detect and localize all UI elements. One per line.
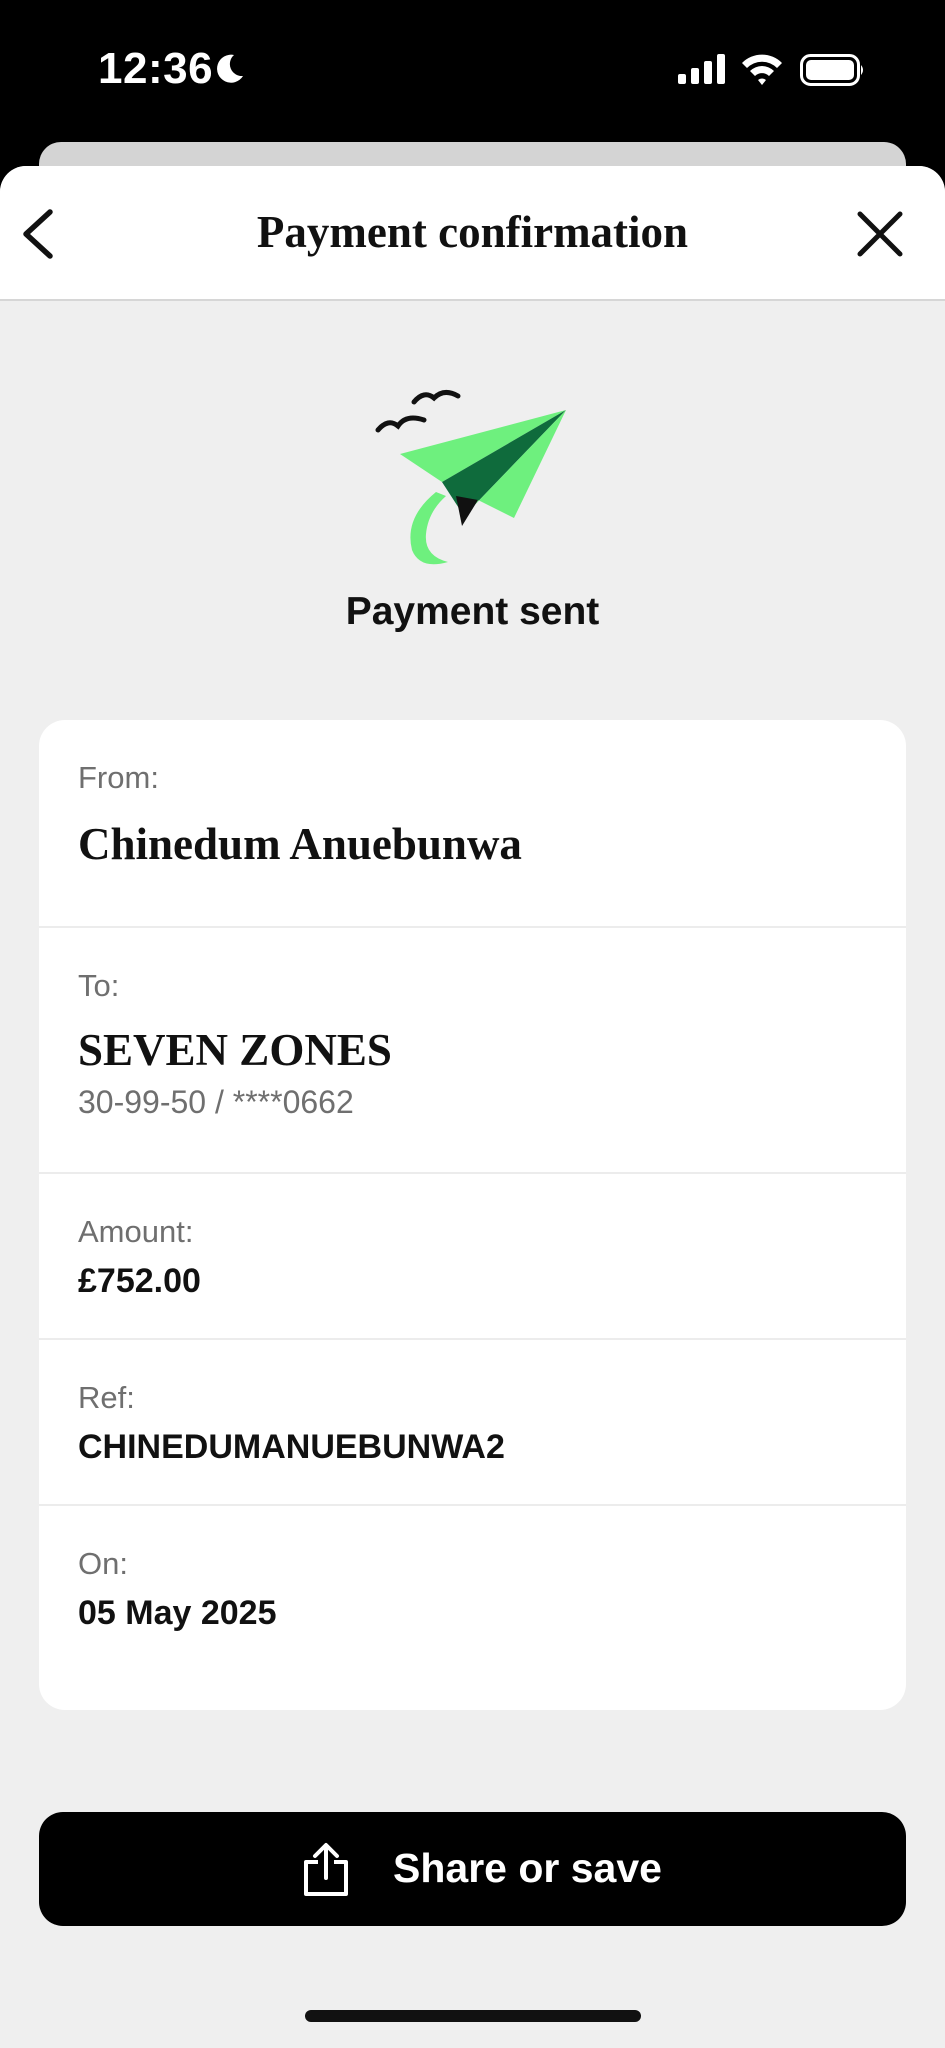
signal-icon bbox=[678, 54, 725, 84]
home-indicator bbox=[305, 2010, 641, 2022]
close-icon[interactable] bbox=[852, 206, 908, 262]
to-account: 30-99-50 / ****0662 bbox=[78, 1084, 354, 1120]
from-value: Chinedum Anuebunwa bbox=[78, 819, 522, 869]
payment-status-title: Payment sent bbox=[345, 590, 600, 633]
paper-plane-icon bbox=[375, 390, 566, 565]
ref-label: Ref: bbox=[78, 1380, 135, 1415]
payment-confirmation-sheet: Payment confirmation Payment sent From: … bbox=[0, 166, 945, 2048]
from-row: From: Chinedum Anuebunwa bbox=[39, 720, 906, 928]
ref-value: CHINEDUMANUEBUNWA2 bbox=[78, 1428, 505, 1466]
amount-value: £752.00 bbox=[78, 1262, 201, 1300]
amount-label: Amount: bbox=[78, 1214, 194, 1249]
to-row: To: SEVEN ZONES 30-99-50 / ****0662 bbox=[39, 928, 906, 1174]
nav-bar: Payment confirmation bbox=[0, 166, 945, 301]
share-or-save-button[interactable]: Share or save bbox=[39, 1812, 906, 1926]
amount-row: Amount: £752.00 bbox=[39, 1174, 906, 1340]
payment-details-card: From: Chinedum Anuebunwa To: SEVEN ZONES… bbox=[39, 720, 906, 1710]
share-icon bbox=[304, 1843, 348, 1896]
to-value: SEVEN ZONES bbox=[78, 1025, 392, 1075]
ref-row: Ref: CHINEDUMANUEBUNWA2 bbox=[39, 1340, 906, 1506]
battery-icon bbox=[800, 54, 863, 86]
moon-icon bbox=[217, 54, 243, 83]
from-label: From: bbox=[78, 760, 159, 795]
share-button-label: Share or save bbox=[393, 1845, 662, 1891]
status-time: 12:36 bbox=[98, 44, 214, 93]
on-label: On: bbox=[78, 1546, 128, 1581]
date-row: On: 05 May 2025 bbox=[39, 1506, 906, 1710]
to-label: To: bbox=[78, 968, 120, 1003]
wifi-icon bbox=[742, 54, 782, 85]
date-value: 05 May 2025 bbox=[78, 1594, 277, 1632]
status-bar: 12:36 bbox=[0, 0, 945, 140]
page-title: Payment confirmation bbox=[256, 207, 689, 257]
